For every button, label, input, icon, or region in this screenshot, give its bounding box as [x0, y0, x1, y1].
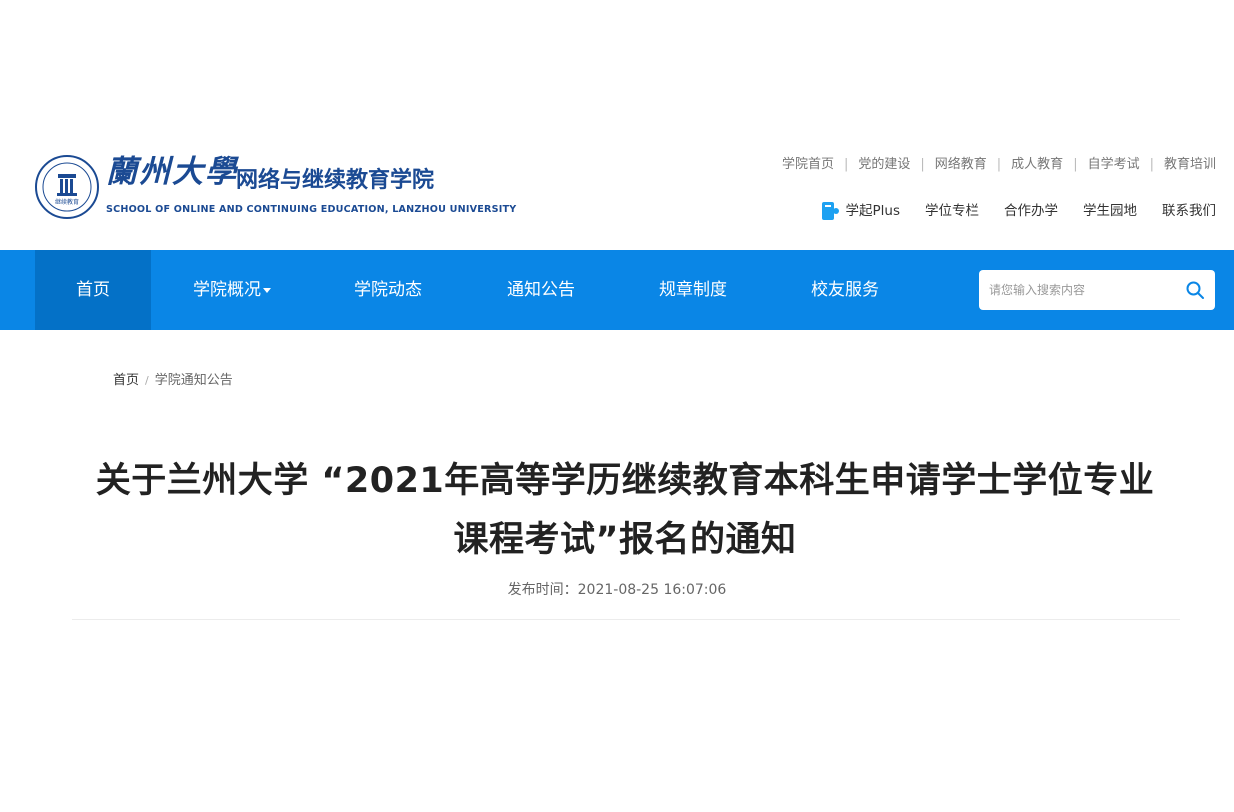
sub-link-cooperative[interactable]: 合作办学: [1004, 200, 1058, 222]
divider: |: [1149, 157, 1154, 172]
top-link-adult-education[interactable]: 成人教育: [1011, 155, 1063, 175]
divider: [72, 619, 1180, 620]
nav-item-notices[interactable]: 通知公告: [481, 250, 601, 330]
divider: |: [1073, 157, 1078, 172]
nav-item-about[interactable]: 学院概况: [168, 250, 296, 330]
article-title: 关于兰州大学 “2021年高等学历继续教育本科生申请学士学位专业课程考试”报名的…: [95, 461, 1155, 560]
nav-item-alumni[interactable]: 校友服务: [785, 250, 905, 330]
breadcrumb-home[interactable]: 首页: [113, 373, 139, 388]
publish-time: 发布时间：2021-08-25 16:07:06: [507, 582, 727, 598]
seal-text: 继续教育: [55, 198, 79, 206]
breadcrumb-separator: /: [145, 374, 149, 387]
search-input[interactable]: [979, 270, 1179, 310]
search-box: [979, 270, 1215, 310]
nav-item-home[interactable]: 首页: [35, 250, 151, 330]
divider: |: [920, 157, 925, 172]
top-link-training[interactable]: 教育培训: [1164, 155, 1216, 175]
nav-item-news[interactable]: 学院动态: [328, 250, 448, 330]
school-name-en: SCHOOL OF ONLINE AND CONTINUING EDUCATIO…: [106, 204, 517, 215]
main-nav: 首页 学院概况 学院动态 通知公告 规章制度 校友服务: [0, 250, 1234, 330]
site-header: 继续教育 蘭州大學 网络与继续教育学院 SCHOOL OF ONLINE AND…: [0, 0, 1234, 250]
top-link-college-home[interactable]: 学院首页: [782, 155, 834, 175]
breadcrumb-current[interactable]: 学院通知公告: [155, 373, 233, 388]
school-name-cn: 网络与继续教育学院: [236, 168, 435, 193]
caret-down-icon: [263, 287, 271, 293]
top-link-online-education[interactable]: 网络教育: [935, 155, 987, 175]
nav-item-regulations[interactable]: 规章制度: [633, 250, 753, 330]
site-logo[interactable]: 继续教育 蘭州大學 网络与继续教育学院 SCHOOL OF ONLINE AND…: [34, 150, 516, 222]
sub-link-student-zone[interactable]: 学生园地: [1083, 200, 1137, 222]
sub-link-label: 学起Plus: [845, 203, 900, 219]
university-seal-icon: 继续教育: [35, 155, 99, 219]
top-link-self-study-exam[interactable]: 自学考试: [1088, 155, 1140, 175]
xueqi-plus-icon: [821, 202, 839, 220]
top-links: 学院首页 | 党的建设 | 网络教育 | 成人教育 | 自学考试 | 教育培训: [782, 155, 1216, 175]
sub-link-contact-us[interactable]: 联系我们: [1162, 200, 1216, 222]
sub-link-xueqi-plus[interactable]: 学起Plus: [820, 200, 900, 222]
divider: |: [843, 157, 849, 172]
top-link-party-building[interactable]: 党的建设: [858, 155, 910, 175]
breadcrumb: 首页 / 学院通知公告: [113, 371, 233, 391]
divider: |: [996, 157, 1002, 172]
sub-links: 学起Plus 学位专栏 合作办学 学生园地 联系我们: [820, 200, 1216, 222]
search-icon[interactable]: [1185, 280, 1205, 300]
nav-item-label: 学院概况: [193, 280, 261, 300]
university-name-cn: 蘭州大學: [106, 154, 238, 190]
sub-link-degree-column[interactable]: 学位专栏: [925, 200, 979, 222]
